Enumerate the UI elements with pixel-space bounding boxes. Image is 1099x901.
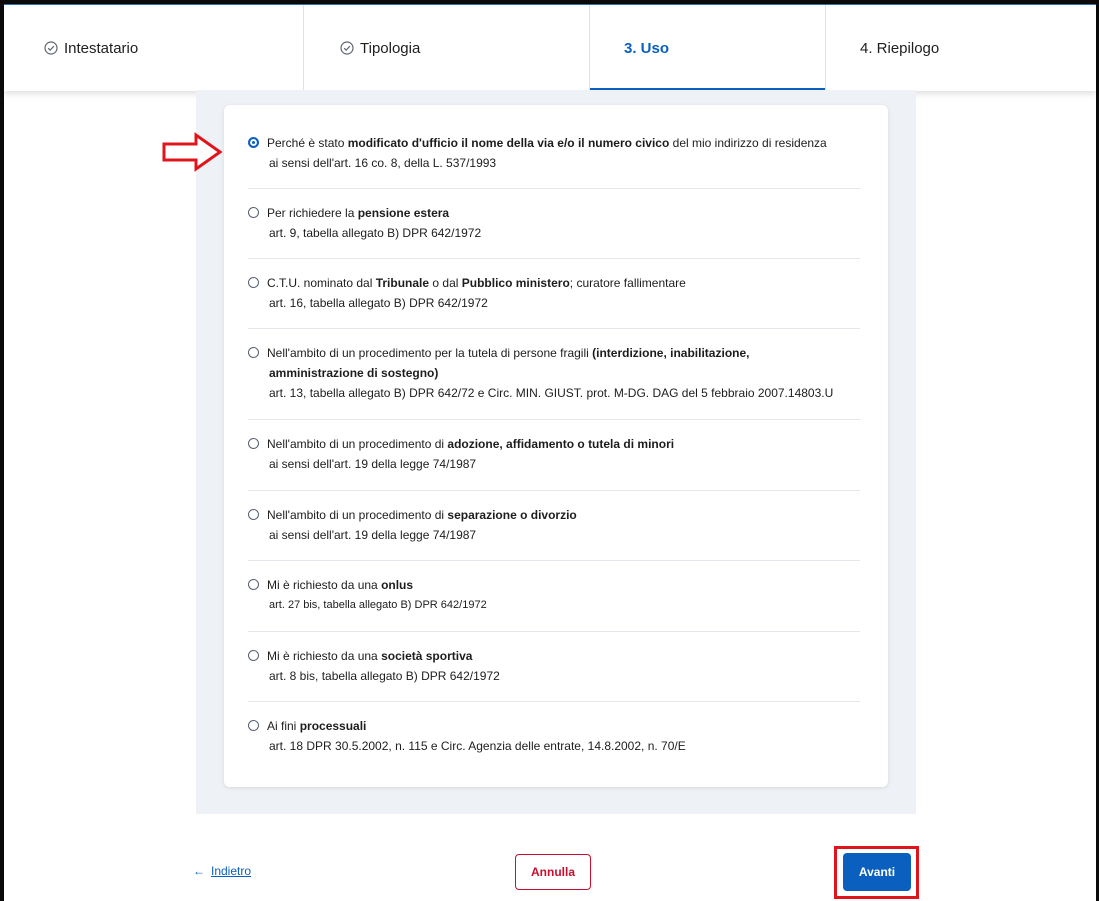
radio-button[interactable] [248, 720, 259, 731]
option-text: Mi è richiesto da una [267, 578, 382, 592]
option-text-bold: Tribunale [375, 276, 430, 290]
arrow-left-icon: ← [193, 864, 205, 878]
radio-button[interactable] [248, 347, 259, 358]
option-subtext: ai sensi dell'art. 16 co. 8, della L. 53… [269, 156, 497, 170]
cancel-button[interactable]: Annulla [515, 854, 591, 890]
step-label: 3. Uso [624, 39, 670, 57]
divider [248, 560, 860, 561]
stepper: Intestatario Tipologia 3. Uso 4. Riepilo… [4, 4, 1096, 91]
option-text: Mi è richiesto da una [267, 649, 382, 663]
red-arrow-icon [162, 132, 223, 172]
divider [248, 328, 860, 329]
option-text: del mio indirizzo di residenza [669, 136, 827, 150]
option-text: Nell'ambito di un procedimento di [267, 437, 448, 451]
option-processuali[interactable]: Ai fini processuali art. 18 DPR 30.5.200… [248, 716, 864, 756]
divider [248, 490, 860, 491]
option-onlus[interactable]: Mi è richiesto da una onlus art. 27 bis,… [248, 575, 864, 615]
option-modificato-ufficio[interactable]: Perché è stato modificato d'ufficio il n… [248, 133, 864, 173]
option-text-bold: Pubblico ministero [461, 276, 570, 290]
option-subtext: art. 18 DPR 30.5.2002, n. 115 e Circ. Ag… [269, 739, 686, 753]
option-text-bold: separazione o divorzio [447, 508, 577, 522]
back-link[interactable]: ← Indietro [193, 864, 251, 878]
radio-button[interactable] [248, 650, 259, 661]
option-text-bold: (interdizione, inabilitazione, [592, 346, 750, 360]
option-text: Ai fini [267, 719, 300, 733]
option-text: Per richiedere la [267, 206, 358, 220]
option-text-bold: processuali [299, 719, 367, 733]
check-circle-icon [340, 41, 354, 55]
step-intestatario[interactable]: Intestatario [4, 5, 304, 91]
option-text-bold: onlus [381, 578, 414, 592]
option-subtext: art. 13, tabella allegato B) DPR 642/72 … [269, 386, 834, 400]
option-ctu[interactable]: C.T.U. nominato dal Tribunale o dal Pubb… [248, 273, 864, 313]
option-subtext: art. 8 bis, tabella allegato B) DPR 642/… [269, 669, 500, 683]
radio-button[interactable] [248, 579, 259, 590]
step-label: 4. Riepilogo [860, 39, 940, 57]
option-persone-fragili[interactable]: Nell'ambito di un procedimento per la tu… [248, 343, 864, 403]
back-link-label: Indietro [211, 864, 252, 878]
radio-button[interactable] [248, 438, 259, 449]
option-subtext: art. 9, tabella allegato B) DPR 642/1972 [269, 226, 482, 240]
option-pensione-estera[interactable]: Per richiedere la pensione estera art. 9… [248, 203, 864, 243]
option-separazione[interactable]: Nell'ambito di un procedimento di separa… [248, 505, 864, 545]
option-text-bold: modificato d'ufficio il nome della via e… [347, 136, 670, 150]
option-subtext-bold: amministrazione di sostegno) [269, 366, 439, 380]
divider [248, 701, 860, 702]
option-subtext: art. 27 bis, tabella allegato B) DPR 642… [269, 599, 487, 611]
option-text: C.T.U. nominato dal [267, 276, 376, 290]
check-circle-icon [44, 41, 58, 55]
divider [248, 631, 860, 632]
step-uso[interactable]: 3. Uso [590, 5, 826, 91]
option-text: Nell'ambito di un procedimento di [267, 508, 448, 522]
divider [248, 258, 860, 259]
option-text: Perché è stato [267, 136, 348, 150]
option-subtext: art. 16, tabella allegato B) DPR 642/197… [269, 296, 488, 310]
option-text: o dal [429, 276, 462, 290]
option-text-bold: adozione, affidamento o tutela di minori [447, 437, 675, 451]
option-text-bold: pensione estera [357, 206, 450, 220]
option-text: ; curatore fallimentare [569, 276, 686, 290]
divider [248, 188, 860, 189]
step-label: Tipologia [360, 39, 421, 57]
option-subtext: ai sensi dell'art. 19 della legge 74/198… [269, 528, 477, 542]
radio-button[interactable] [248, 277, 259, 288]
frame-left-border [0, 0, 4, 901]
divider [248, 419, 860, 420]
step-riepilogo[interactable]: 4. Riepilogo [826, 5, 1096, 91]
option-adozione[interactable]: Nell'ambito di un procedimento di adozio… [248, 434, 864, 474]
radio-button[interactable] [248, 509, 259, 520]
radio-button[interactable] [248, 207, 259, 218]
step-tipologia[interactable]: Tipologia [304, 5, 590, 91]
step-label: Intestatario [64, 39, 139, 57]
option-societa-sportiva[interactable]: Mi è richiesto da una società sportiva a… [248, 646, 864, 686]
option-text-bold: società sportiva [381, 649, 473, 663]
option-text: Nell'ambito di un procedimento per la tu… [267, 346, 593, 360]
options-card: Perché è stato modificato d'ufficio il n… [224, 105, 888, 787]
option-subtext: ai sensi dell'art. 19 della legge 74/198… [269, 457, 477, 471]
next-button[interactable]: Avanti [843, 853, 911, 891]
radio-button[interactable] [248, 137, 259, 148]
